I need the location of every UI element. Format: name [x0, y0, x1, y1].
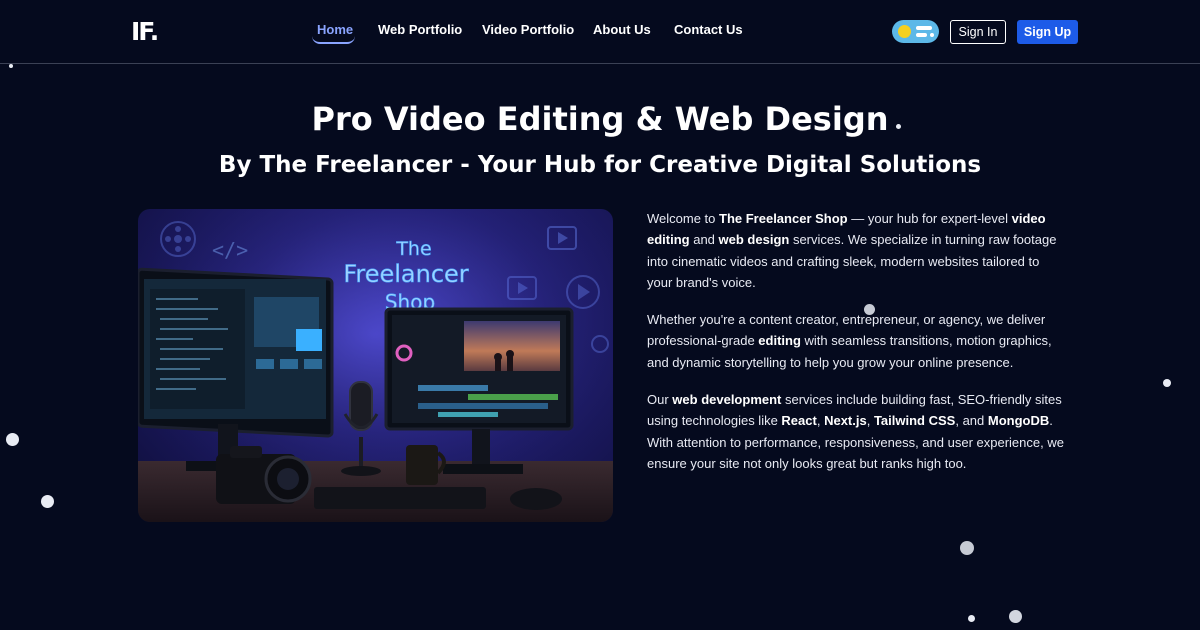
hero-subtitle: By The Freelancer - Your Hub for Creativ… [218, 152, 982, 178]
emphasis-text: React [781, 413, 817, 429]
emphasis-text: web design [718, 232, 790, 248]
star-particle [1163, 379, 1171, 387]
body-text: Our [647, 392, 673, 408]
svg-text:</>: </> [212, 238, 248, 262]
body-text: — your hub for expert-level [847, 211, 1012, 226]
sign-in-button[interactable]: Sign In [950, 20, 1006, 44]
emphasis-text: editing [758, 333, 801, 349]
body-text: , and [955, 413, 988, 429]
nav-contact-us[interactable]: Contact Us [674, 22, 743, 37]
mouse [510, 488, 562, 510]
nav-web-portfolio[interactable]: Web Portfolio [378, 22, 462, 37]
body-text: , [816, 413, 825, 429]
emphasis-text: The Freelancer Shop [719, 211, 848, 226]
about-paragraph: Whether you're a content creator, entrep… [647, 309, 1067, 373]
hero-title: Pro Video Editing & Web Design [311, 100, 889, 138]
neon-sign-line: The [395, 238, 431, 260]
emphasis-text: Tailwind CSS [873, 413, 956, 429]
hero-image: </> The Freelancer Shop [138, 209, 613, 522]
toggle-track-line [916, 26, 932, 30]
emphasis-text: MongoDB [987, 413, 1050, 429]
keyboard [314, 487, 486, 509]
body-text: , [866, 413, 874, 429]
about-paragraph: Our web development services include bui… [647, 389, 1067, 474]
toggle-track-dot [930, 33, 934, 37]
emphasis-text: Next.js [824, 413, 867, 429]
sun-icon [898, 25, 911, 38]
star-particle [968, 615, 975, 622]
site-header: IF. Home Web Portfolio Video Portfolio A… [0, 0, 1200, 64]
nav-home[interactable]: Home [317, 22, 353, 37]
about-copy: Welcome to The Freelancer Shop — your hu… [647, 208, 1067, 490]
nav-about-us[interactable]: About Us [593, 22, 651, 37]
star-particle [1009, 610, 1022, 623]
emphasis-text: web development [672, 392, 782, 408]
theme-toggle[interactable] [892, 20, 939, 43]
nav-active-indicator [312, 36, 355, 44]
body-text: and [689, 232, 719, 248]
star-particle [9, 64, 13, 68]
film-reel-icon [160, 221, 196, 257]
star-particle [6, 433, 19, 446]
sign-up-button[interactable]: Sign Up [1017, 20, 1078, 44]
workstation-illustration: </> The Freelancer Shop [138, 209, 613, 522]
nav-video-portfolio[interactable]: Video Portfolio [482, 22, 574, 37]
neon-sign-line: Freelancer [343, 260, 468, 288]
star-particle [41, 495, 54, 508]
about-paragraph: Welcome to The Freelancer Shop — your hu… [647, 208, 1067, 293]
body-text: Welcome to [647, 211, 720, 226]
code-icon: </> [212, 238, 248, 262]
star-particle [960, 541, 974, 555]
toggle-track-line [916, 33, 927, 37]
